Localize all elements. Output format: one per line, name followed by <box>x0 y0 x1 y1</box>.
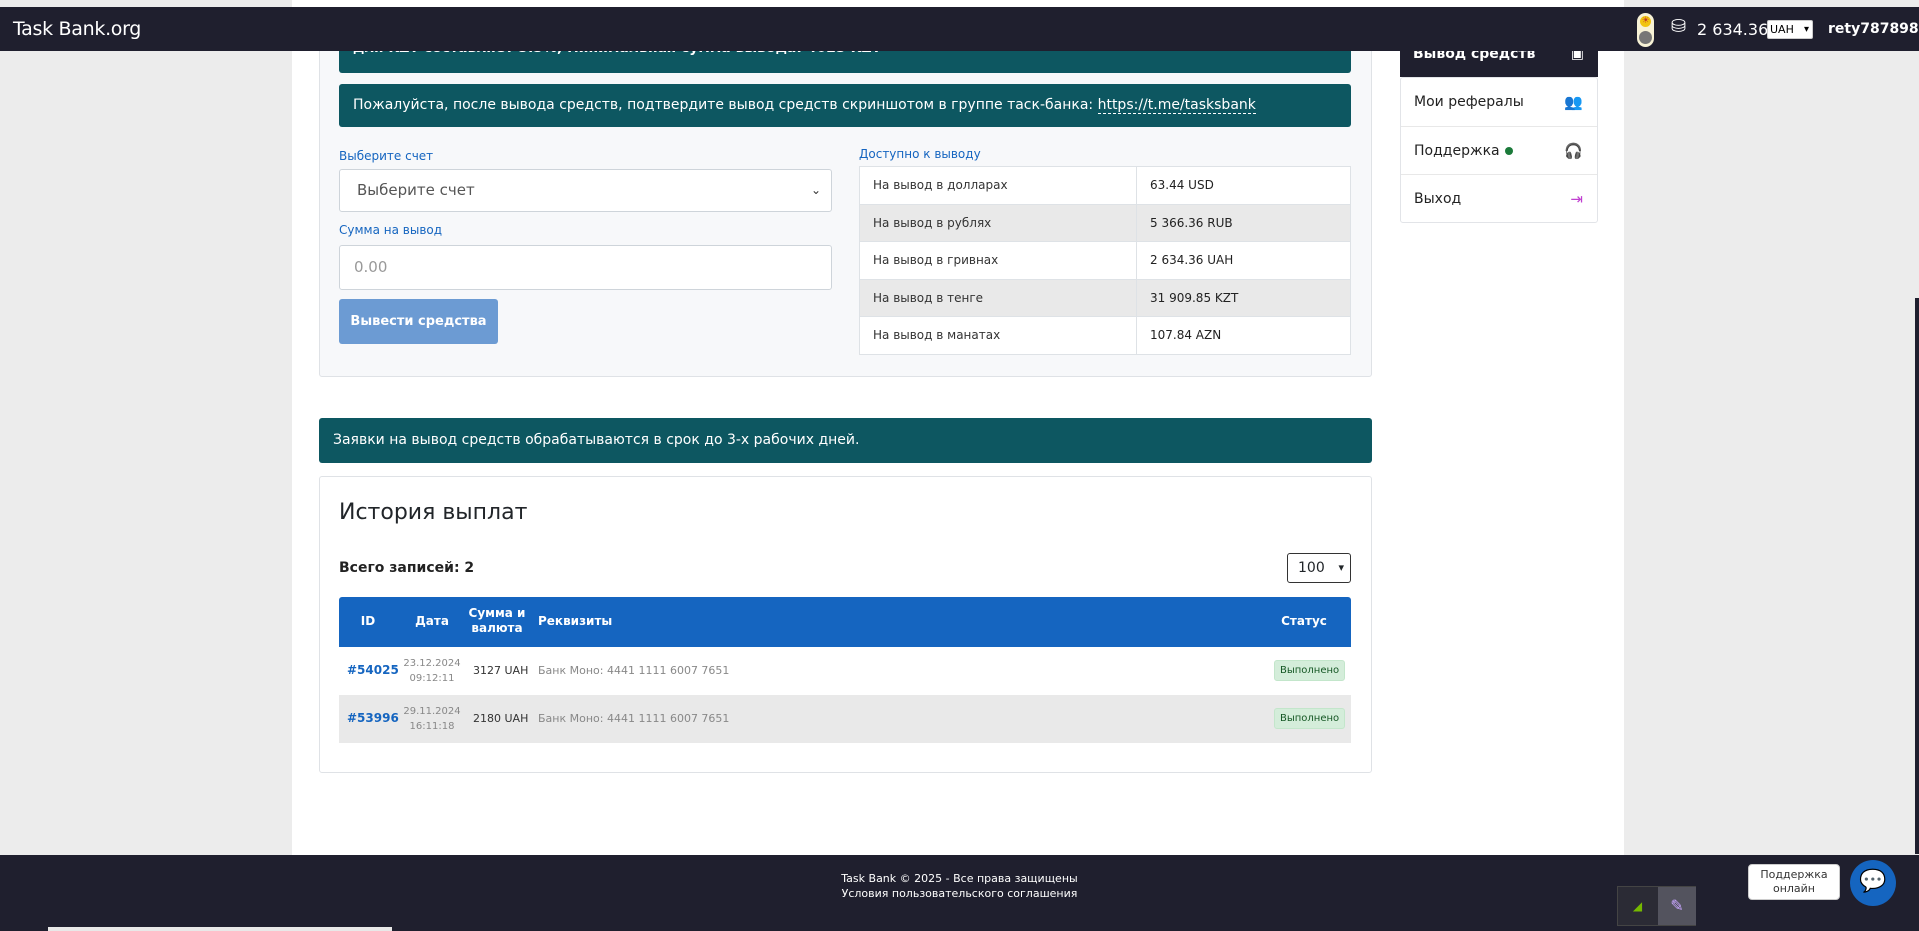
table-row: #54025 23.12.2024 09:12:11 3127 UAH Банк… <box>339 647 1351 695</box>
footer-copyright: Task Bank © 2025 - Все права защищены <box>841 872 1078 885</box>
col-amount[interactable]: Сумма и валюта <box>467 606 527 636</box>
amount-label: Сумма на вывод <box>339 223 443 237</box>
theme-toggle[interactable]: ☀ <box>1637 13 1654 47</box>
sidebar-item-label: Выход <box>1414 191 1462 207</box>
status-badge: Выполнено <box>1274 708 1346 729</box>
payout-details: Банк Моно: 4441 1111 6007 7651 <box>538 712 730 725</box>
payout-date-time: 09:12:11 <box>409 673 455 684</box>
payout-amount: 3127 UAH <box>473 664 529 677</box>
coins-icon: ⛁ <box>1671 16 1687 37</box>
available-label: На вывод в манатах <box>859 316 1137 355</box>
available-value: 31 909.85 KZT <box>1136 278 1351 317</box>
nvidia-icon[interactable]: ◢ <box>1618 887 1657 925</box>
payout-date-day: 23.12.2024 <box>403 658 461 669</box>
extension-panel: ◢ ✎ <box>1617 886 1696 926</box>
amount-input[interactable]: 0.00 <box>339 245 832 290</box>
brand-logo[interactable]: Task Bank.org <box>13 18 141 40</box>
online-dot-icon <box>1504 147 1513 155</box>
payout-date-time: 16:11:18 <box>409 721 455 732</box>
processing-text: Заявки на вывод средств обрабатываются в… <box>333 432 860 448</box>
col-details[interactable]: Реквизиты <box>538 614 612 628</box>
available-title: Доступно к выводу <box>859 147 981 161</box>
chevron-down-icon: ⌄ <box>810 183 821 197</box>
sun-icon: ☀ <box>1640 16 1651 27</box>
chevron-down-icon: ▾ <box>1803 24 1809 35</box>
available-label: На вывод в гривнах <box>859 241 1137 280</box>
currency-value: UAH <box>1770 23 1794 36</box>
payout-id-link[interactable]: #54025 <box>347 663 399 677</box>
processing-alert: Заявки на вывод средств обрабатываются в… <box>319 418 1372 463</box>
history-title: История выплат <box>339 500 528 525</box>
support-line1: Поддержка <box>1760 868 1828 881</box>
confirm-text: Пожалуйста, после вывода средств, подтве… <box>353 97 1098 113</box>
feather-icon[interactable]: ✎ <box>1658 887 1696 925</box>
available-row: На вывод в долларах 63.44 USD <box>859 166 1351 205</box>
sidebar-item-referrals[interactable]: Мои рефералы 👥 <box>1401 78 1597 126</box>
sidebar-item-label: Мои рефералы <box>1414 94 1524 110</box>
payout-id-link[interactable]: #53996 <box>347 711 399 725</box>
col-id[interactable]: ID <box>339 614 397 628</box>
available-row: На вывод в рублях 5 366.36 RUB <box>859 203 1351 242</box>
available-label: На вывод в рублях <box>859 203 1137 242</box>
scrollbar[interactable] <box>1915 298 1919 854</box>
headset-icon: 🎧 <box>1564 142 1583 160</box>
payout-amount: 2180 UAH <box>473 712 529 725</box>
available-value: 63.44 USD <box>1136 166 1351 205</box>
chevron-down-icon: ▾ <box>1338 561 1344 574</box>
confirm-alert: Пожалуйста, после вывода средств, подтве… <box>339 84 1351 127</box>
table-row: #53996 29.11.2024 16:11:18 2180 UAH Банк… <box>339 695 1351 743</box>
withdraw-button[interactable]: Вывести средства <box>339 299 498 344</box>
balance-amount: 2 634.36 <box>1697 20 1769 39</box>
available-label: На вывод в долларах <box>859 166 1137 205</box>
page-size-value: 100 <box>1298 560 1325 576</box>
account-select-value: Выберите счет <box>357 181 475 199</box>
sidebar-item-logout[interactable]: Выход ⇥ <box>1401 174 1597 222</box>
amount-placeholder: 0.00 <box>354 258 388 276</box>
logout-icon: ⇥ <box>1570 190 1583 208</box>
account-select[interactable]: Выберите счет ⌄ <box>339 169 832 212</box>
available-row: На вывод в гривнах 2 634.36 UAH <box>859 241 1351 280</box>
available-table: На вывод в долларах 63.44 USD На вывод в … <box>859 166 1351 355</box>
telegram-link[interactable]: https://t.me/tasksbank <box>1097 97 1256 114</box>
sidebar-item-support[interactable]: Поддержка 🎧 <box>1401 126 1597 174</box>
available-value: 5 366.36 RUB <box>1136 203 1351 242</box>
bottom-strip <box>48 927 392 931</box>
status-badge: Выполнено <box>1274 660 1346 681</box>
username[interactable]: rety787898 <box>1828 21 1919 37</box>
available-row: На вывод в манатах 107.84 AZN <box>859 316 1351 355</box>
support-online-bubble[interactable]: Поддержка онлайн <box>1748 864 1840 900</box>
payout-date: 23.12.2024 09:12:11 <box>397 656 467 686</box>
col-amount-line1: Сумма и <box>468 606 526 620</box>
account-label: Выберите счет <box>339 149 434 163</box>
payout-date: 29.11.2024 16:11:18 <box>397 704 467 734</box>
history-table-header: ID Дата Сумма и валюта Реквизиты Статус <box>339 597 1351 647</box>
col-date[interactable]: Дата <box>397 614 467 628</box>
col-amount-line2: валюта <box>471 621 523 635</box>
currency-select[interactable]: UAH ▾ <box>1767 20 1813 39</box>
page-size-select[interactable]: 100 ▾ <box>1287 553 1351 583</box>
total-records: Всего записей: 2 <box>339 560 475 576</box>
col-status[interactable]: Статус <box>1269 614 1339 628</box>
chat-icon[interactable]: 💬 <box>1850 860 1896 906</box>
available-value: 107.84 AZN <box>1136 316 1351 355</box>
available-value: 2 634.36 UAH <box>1136 241 1351 280</box>
support-line2: онлайн <box>1772 882 1816 895</box>
top-navbar: Task Bank.org ☀ ⛁ 2 634.36 UAH ▾ rety787… <box>0 7 1919 51</box>
available-label: На вывод в тенге <box>859 278 1137 317</box>
sidebar-menu: Мои рефералы 👥 Поддержка 🎧 Выход ⇥ <box>1400 77 1598 223</box>
sidebar-item-label: Поддержка <box>1414 143 1500 159</box>
payout-date-day: 29.11.2024 <box>403 706 461 717</box>
available-row: На вывод в тенге 31 909.85 KZT <box>859 278 1351 317</box>
toggle-knob <box>1639 31 1652 44</box>
payout-details: Банк Моно: 4441 1111 6007 7651 <box>538 664 730 677</box>
users-icon: 👥 <box>1564 93 1583 111</box>
